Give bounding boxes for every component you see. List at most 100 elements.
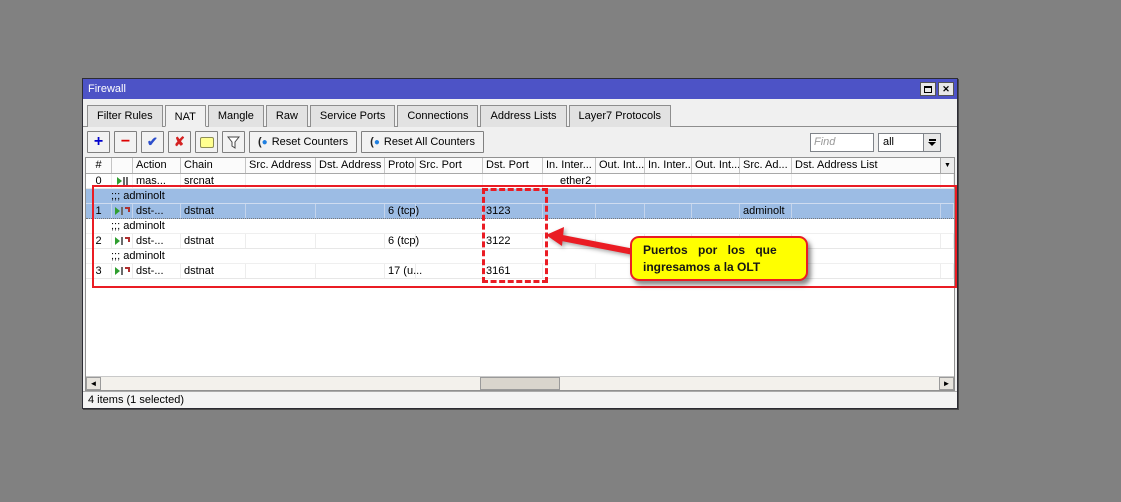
col-icon[interactable] [112, 158, 133, 173]
row-number: 0 [86, 174, 112, 188]
in-interface-cell: ether2 [543, 174, 596, 188]
window-title: Firewall [88, 83, 918, 95]
comment-row[interactable]: ;;; adminolt [86, 219, 954, 234]
table-row[interactable]: 2 dst-... dstnat 6 (tcp) 3122 [86, 234, 954, 249]
comment-row[interactable]: ;;; adminolt [86, 189, 954, 204]
protocol-cell: 6 (tcp) [385, 204, 416, 218]
scroll-left-button[interactable]: ◄ [86, 377, 101, 390]
firewall-window: Firewall ✕ Filter Rules NAT Mangle Raw S… [82, 78, 958, 409]
col-action[interactable]: Action [133, 158, 181, 173]
window-titlebar[interactable]: Firewall ✕ [83, 79, 957, 99]
col-dst-address[interactable]: Dst. Address [316, 158, 385, 173]
scrollbar-thumb[interactable] [480, 377, 560, 390]
dst-nat-action-icon [112, 264, 133, 278]
dropdown-triangle-icon [928, 142, 936, 146]
col-dst-port[interactable]: Dst. Port [483, 158, 543, 173]
col-chain[interactable]: Chain [181, 158, 246, 173]
col-out-interface-list[interactable]: Out. Int... [692, 158, 740, 173]
column-selector-button[interactable]: ▼ [940, 158, 954, 173]
dropdown-arrow-button[interactable] [923, 133, 941, 152]
filter-scope-dropdown[interactable]: all [878, 133, 941, 152]
remove-rule-button[interactable]: − [114, 131, 137, 153]
masquerade-action-icon [112, 174, 133, 188]
scrollbar-track[interactable] [101, 377, 480, 390]
col-src-port[interactable]: Src. Port [416, 158, 483, 173]
protocol-cell: 17 (u... [385, 264, 416, 278]
tab-connections[interactable]: Connections [397, 105, 478, 127]
chevron-down-icon: ▼ [944, 162, 951, 169]
tab-strip: Filter Rules NAT Mangle Raw Service Port… [83, 99, 957, 127]
reset-counters-label: Reset Counters [272, 136, 348, 148]
tab-nat[interactable]: NAT [165, 105, 206, 127]
action-cell: dst-... [133, 234, 181, 248]
dst-nat-action-icon [112, 204, 133, 218]
action-cell: mas... [133, 174, 181, 188]
cross-icon: ✘ [174, 134, 185, 150]
row-number: 3 [86, 264, 112, 278]
horizontal-scrollbar[interactable]: ◄ ► [86, 376, 954, 390]
disable-rule-button[interactable]: ✘ [168, 131, 191, 153]
maximize-icon [924, 86, 932, 93]
action-cell: dst-... [133, 204, 181, 218]
protocol-cell: 6 (tcp) [385, 234, 416, 248]
row-number: 1 [86, 204, 112, 218]
empty-list-area [86, 279, 954, 376]
table-row[interactable]: 0 mas... srcnat ether2 [86, 174, 954, 189]
reset-all-counters-button[interactable]: (● Reset All Counters [361, 131, 484, 153]
dst-port-cell: 3122 [483, 234, 543, 248]
filter-button[interactable] [222, 131, 245, 153]
dst-port-cell: 3123 [483, 204, 543, 218]
reset-all-counters-icon: (● [370, 136, 380, 148]
enable-rule-button[interactable]: ✔ [141, 131, 164, 153]
desktop: Firewall ✕ Filter Rules NAT Mangle Raw S… [0, 0, 1121, 502]
close-button[interactable]: ✕ [938, 82, 954, 96]
reset-counters-button[interactable]: (● Reset Counters [249, 131, 357, 153]
status-bar: 4 items (1 selected) [83, 391, 957, 408]
scroll-right-icon: ► [943, 380, 951, 388]
tab-filter-rules[interactable]: Filter Rules [87, 105, 163, 127]
funnel-icon [227, 136, 240, 149]
scroll-right-button[interactable]: ► [939, 377, 954, 390]
col-src-address[interactable]: Src. Address [246, 158, 316, 173]
reset-all-counters-label: Reset All Counters [384, 136, 475, 148]
find-input[interactable] [810, 133, 874, 152]
chain-cell: srcnat [181, 174, 246, 188]
tab-layer7-protocols[interactable]: Layer7 Protocols [569, 105, 672, 127]
action-cell: dst-... [133, 264, 181, 278]
tab-address-lists[interactable]: Address Lists [480, 105, 566, 127]
src-address-list-cell: adminolt [740, 204, 792, 218]
check-icon: ✔ [147, 134, 158, 150]
filter-scope-value: all [878, 133, 923, 152]
chain-cell: dstnat [181, 204, 246, 218]
scroll-left-icon: ◄ [90, 380, 98, 388]
col-in-interface[interactable]: In. Inter... [543, 158, 596, 173]
nat-rules-list: # Action Chain Src. Address Dst. Address… [85, 157, 955, 391]
comment-row[interactable]: ;;; adminolt [86, 249, 954, 264]
col-number[interactable]: # [86, 158, 112, 173]
col-dst-address-list[interactable]: Dst. Address List [792, 158, 941, 173]
reset-counters-icon: (● [258, 136, 268, 148]
table-row-selected[interactable]: 1 dst-... dstnat 6 (tcp) 3123 adminolt [86, 204, 954, 219]
tab-service-ports[interactable]: Service Ports [310, 105, 395, 127]
tab-raw[interactable]: Raw [266, 105, 308, 127]
col-out-interface[interactable]: Out. Int... [596, 158, 645, 173]
plus-icon: + [94, 133, 103, 151]
dropdown-bar-icon [929, 139, 936, 141]
comment-icon [200, 137, 214, 148]
close-icon: ✕ [942, 85, 950, 94]
dst-port-cell: 3161 [483, 264, 543, 278]
col-src-address-list[interactable]: Src. Ad... [740, 158, 792, 173]
chain-cell: dstnat [181, 264, 246, 278]
status-text: 4 items (1 selected) [88, 394, 184, 406]
table-header: # Action Chain Src. Address Dst. Address… [86, 158, 954, 174]
chain-cell: dstnat [181, 234, 246, 248]
tab-mangle[interactable]: Mangle [208, 105, 264, 127]
minus-icon: − [121, 133, 130, 151]
table-row[interactable]: 3 dst-... dstnat 17 (u... 3161 [86, 264, 954, 279]
col-in-interface-list[interactable]: In. Inter... [645, 158, 692, 173]
col-protocol[interactable]: Proto... [385, 158, 416, 173]
maximize-button[interactable] [920, 82, 936, 96]
comment-button[interactable] [195, 131, 218, 153]
add-rule-button[interactable]: + [87, 131, 110, 153]
dst-nat-action-icon [112, 234, 133, 248]
